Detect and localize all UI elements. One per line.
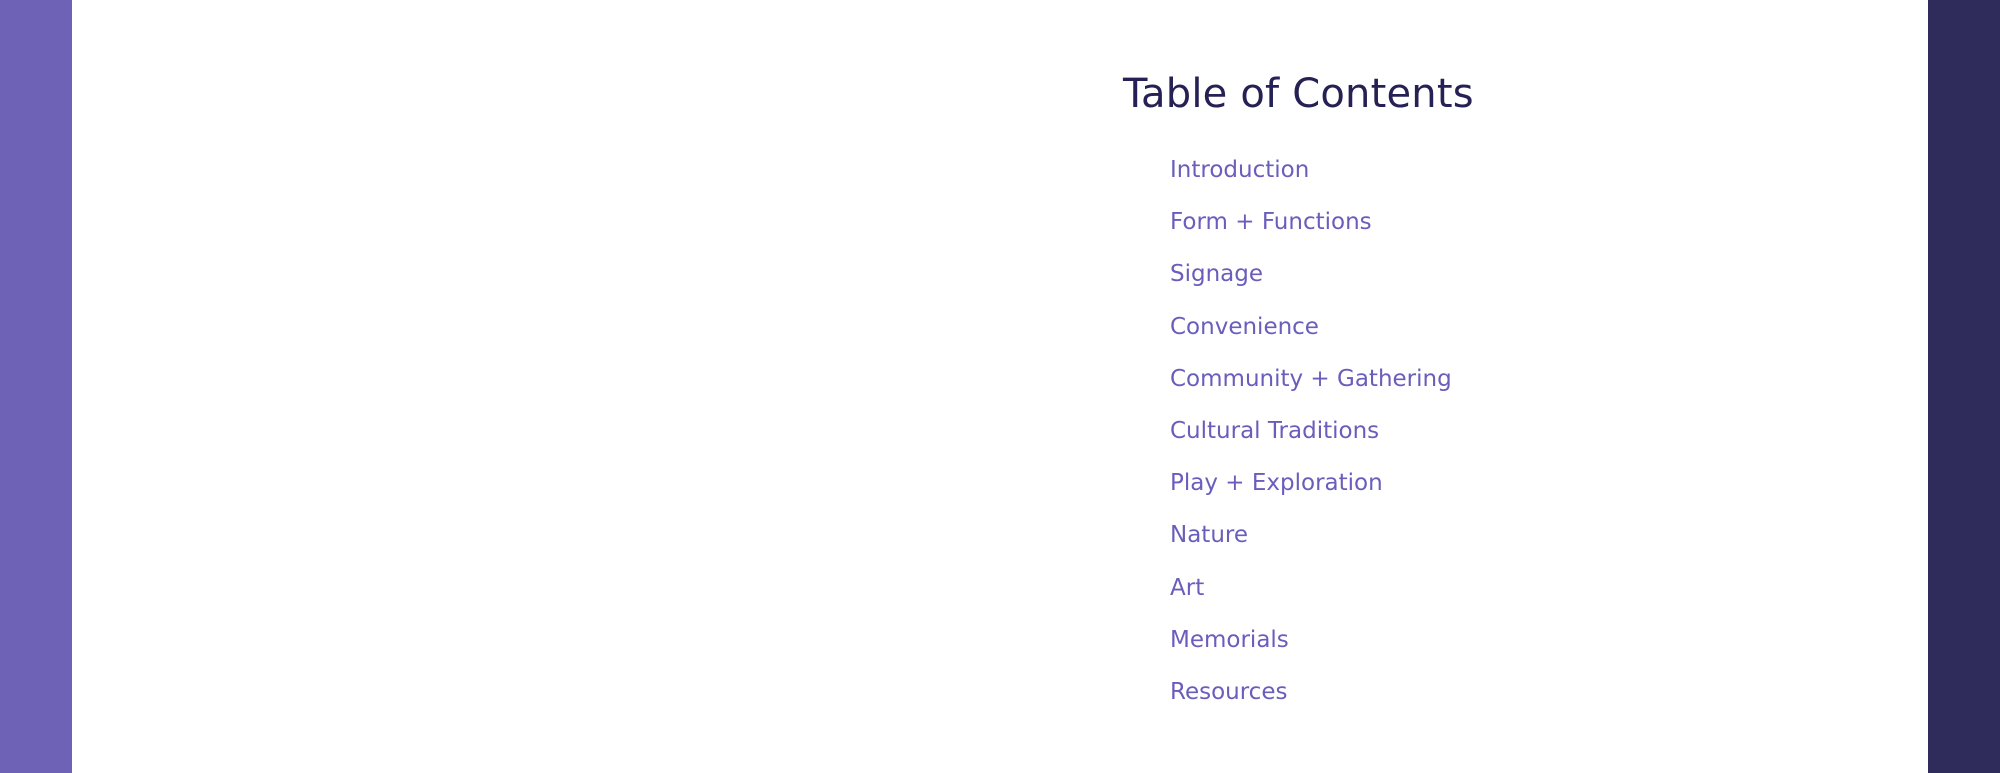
toc-item-play-exploration: Play + Exploration	[1170, 457, 1452, 509]
toc-title: Table of Contents	[1123, 71, 1474, 117]
toc-link-signage[interactable]: Signage	[1170, 261, 1263, 287]
toc-link-form-functions[interactable]: Form + Functions	[1170, 209, 1372, 235]
toc-link-cultural-traditions[interactable]: Cultural Traditions	[1170, 418, 1379, 444]
toc-list: Introduction Form + Functions Signage Co…	[1170, 144, 1452, 718]
page: Table of Contents Introduction Form + Fu…	[0, 0, 2000, 773]
toc-item-resources: Resources	[1170, 666, 1452, 718]
toc-link-convenience[interactable]: Convenience	[1170, 314, 1319, 340]
left-accent-bar	[0, 0, 72, 773]
table-of-contents: Table of Contents Introduction Form + Fu…	[1123, 66, 1823, 705]
toc-item-introduction: Introduction	[1170, 144, 1452, 196]
toc-link-community-gathering[interactable]: Community + Gathering	[1170, 366, 1452, 392]
toc-link-nature[interactable]: Nature	[1170, 522, 1248, 548]
toc-item-cultural-traditions: Cultural Traditions	[1170, 405, 1452, 457]
toc-link-resources[interactable]: Resources	[1170, 679, 1287, 705]
toc-link-art[interactable]: Art	[1170, 575, 1204, 601]
right-accent-bar	[1928, 0, 2000, 773]
toc-item-signage: Signage	[1170, 248, 1452, 300]
toc-item-memorials: Memorials	[1170, 614, 1452, 666]
toc-item-form-functions: Form + Functions	[1170, 196, 1452, 248]
toc-link-memorials[interactable]: Memorials	[1170, 627, 1289, 653]
toc-link-introduction[interactable]: Introduction	[1170, 157, 1309, 183]
toc-link-play-exploration[interactable]: Play + Exploration	[1170, 470, 1383, 496]
toc-item-nature: Nature	[1170, 509, 1452, 561]
toc-item-convenience: Convenience	[1170, 301, 1452, 353]
toc-item-art: Art	[1170, 562, 1452, 614]
toc-item-community-gathering: Community + Gathering	[1170, 353, 1452, 405]
